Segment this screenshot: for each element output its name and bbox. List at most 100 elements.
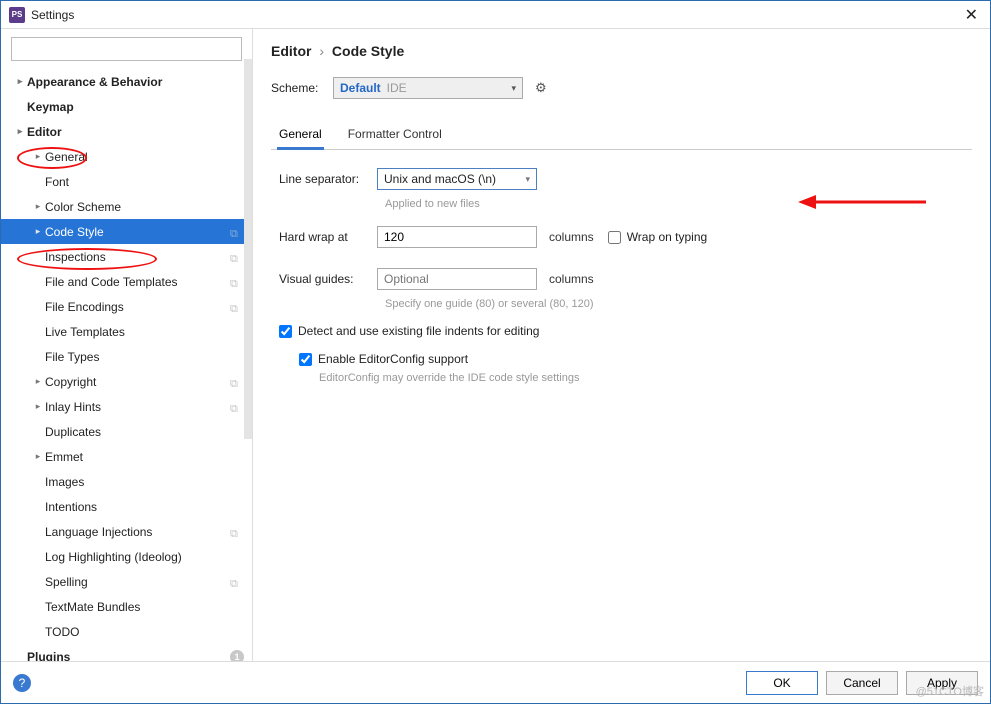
sidebar-item-duplicates[interactable]: Duplicates	[1, 419, 252, 444]
project-scope-icon	[230, 251, 242, 263]
settings-tree: ▸Appearance & BehaviorKeymap▸Editor▸Gene…	[1, 69, 252, 661]
detect-indents-label: Detect and use existing file indents for…	[298, 324, 539, 338]
scheme-select[interactable]: Default IDE ▾	[333, 77, 523, 99]
sidebar-item-spelling[interactable]: Spelling	[1, 569, 252, 594]
sidebar-item-images[interactable]: Images	[1, 469, 252, 494]
sidebar-item-label: TODO	[45, 625, 252, 639]
sidebar-item-label: General	[45, 150, 252, 164]
line-separator-select[interactable]: Unix and macOS (\n) ▾	[377, 168, 537, 190]
visual-guides-hint: Specify one guide (80) or several (80, 1…	[385, 298, 964, 310]
apply-button[interactable]: Apply	[906, 671, 978, 695]
sidebar-item-emmet[interactable]: ▸Emmet	[1, 444, 252, 469]
sidebar-item-label: Inspections	[45, 250, 230, 264]
sidebar-item-live-templates[interactable]: Live Templates	[1, 319, 252, 344]
sidebar-item-textmate-bundles[interactable]: TextMate Bundles	[1, 594, 252, 619]
sidebar-item-intentions[interactable]: Intentions	[1, 494, 252, 519]
ok-button[interactable]: OK	[746, 671, 818, 695]
sidebar-item-editor[interactable]: ▸Editor	[1, 119, 252, 144]
cancel-button[interactable]: Cancel	[826, 671, 898, 695]
sidebar-item-label: Font	[45, 175, 252, 189]
editorconfig-checkbox[interactable]	[299, 353, 312, 366]
columns-label: columns	[549, 230, 594, 244]
detect-indents-checkbox[interactable]	[279, 325, 292, 338]
visual-guides-input[interactable]	[377, 268, 537, 290]
sidebar-item-file-encodings[interactable]: File Encodings	[1, 294, 252, 319]
scheme-suffix: IDE	[387, 81, 407, 95]
sidebar-item-copyright[interactable]: ▸Copyright	[1, 369, 252, 394]
chevron-down-icon: ▾	[511, 83, 516, 94]
project-scope-icon	[230, 526, 242, 538]
window-title: Settings	[31, 8, 74, 22]
content-panel: Editor › Code Style Scheme: Default IDE …	[253, 29, 990, 661]
close-icon[interactable]: ✕	[961, 5, 982, 25]
sidebar-item-label: Inlay Hints	[45, 400, 230, 414]
sidebar-item-label: Code Style	[45, 225, 230, 239]
sidebar-item-label: Editor	[27, 125, 252, 139]
detect-indents-row[interactable]: Detect and use existing file indents for…	[279, 324, 964, 338]
project-scope-icon	[230, 226, 242, 238]
tab-formatter-control[interactable]: Formatter Control	[346, 121, 444, 149]
sidebar-item-label: Plugins	[27, 650, 230, 662]
chevron-right-icon: ▸	[13, 76, 27, 87]
settings-window: PS Settings ✕ 🔍 ▸Appearance & BehaviorKe…	[0, 0, 991, 704]
sidebar-item-font[interactable]: Font	[1, 169, 252, 194]
scheme-label: Scheme:	[271, 81, 333, 95]
sidebar-item-inspections[interactable]: Inspections	[1, 244, 252, 269]
sidebar-item-label: Appearance & Behavior	[27, 75, 252, 89]
titlebar: PS Settings ✕	[1, 1, 990, 29]
sidebar-item-label: Emmet	[45, 450, 252, 464]
scrollbar-thumb[interactable]	[244, 59, 252, 439]
sidebar-item-label: Language Injections	[45, 525, 230, 539]
sidebar-item-file-and-code-templates[interactable]: File and Code Templates	[1, 269, 252, 294]
badge: 1	[230, 650, 244, 662]
sidebar-item-label: Log Highlighting (Ideolog)	[45, 550, 252, 564]
sidebar-item-label: Copyright	[45, 375, 230, 389]
sidebar-item-keymap[interactable]: Keymap	[1, 94, 252, 119]
line-separator-label: Line separator:	[279, 172, 377, 186]
sidebar-item-label: Color Scheme	[45, 200, 252, 214]
editorconfig-row[interactable]: Enable EditorConfig support	[299, 352, 964, 366]
sidebar-item-label: Live Templates	[45, 325, 252, 339]
project-scope-icon	[230, 401, 242, 413]
wrap-on-typing-row[interactable]: Wrap on typing	[608, 230, 708, 244]
chevron-right-icon: ▸	[31, 401, 45, 412]
visual-guides-label: Visual guides:	[279, 272, 377, 286]
hard-wrap-input[interactable]	[377, 226, 537, 248]
breadcrumb-codestyle: Code Style	[332, 43, 404, 59]
sidebar-item-todo[interactable]: TODO	[1, 619, 252, 644]
chevron-down-icon: ▾	[525, 174, 530, 185]
wrap-on-typing-label: Wrap on typing	[627, 230, 708, 244]
project-scope-icon	[230, 376, 242, 388]
editorconfig-hint: EditorConfig may override the IDE code s…	[319, 372, 964, 384]
sidebar-item-inlay-hints[interactable]: ▸Inlay Hints	[1, 394, 252, 419]
gear-icon[interactable]: ⚙	[535, 80, 547, 96]
sidebar-item-plugins[interactable]: Plugins1	[1, 644, 252, 661]
sidebar-item-code-style[interactable]: ▸Code Style	[1, 219, 252, 244]
sidebar-item-general[interactable]: ▸General	[1, 144, 252, 169]
sidebar: 🔍 ▸Appearance & BehaviorKeymap▸Editor▸Ge…	[1, 29, 253, 661]
sidebar-item-label: TextMate Bundles	[45, 600, 252, 614]
footer: ? OK Cancel Apply	[1, 661, 990, 703]
sidebar-item-label: Spelling	[45, 575, 230, 589]
tab-general[interactable]: General	[277, 121, 324, 150]
sidebar-item-language-injections[interactable]: Language Injections	[1, 519, 252, 544]
breadcrumb: Editor › Code Style	[271, 43, 972, 59]
sidebar-item-label: Images	[45, 475, 252, 489]
project-scope-icon	[230, 301, 242, 313]
help-icon[interactable]: ?	[13, 674, 31, 692]
chevron-right-icon: ▸	[31, 151, 45, 162]
breadcrumb-editor[interactable]: Editor	[271, 43, 311, 59]
columns-label-2: columns	[549, 272, 594, 286]
wrap-on-typing-checkbox[interactable]	[608, 231, 621, 244]
sidebar-item-label: File and Code Templates	[45, 275, 230, 289]
search-input[interactable]	[11, 37, 242, 61]
sidebar-item-label: Keymap	[27, 100, 252, 114]
sidebar-item-file-types[interactable]: File Types	[1, 344, 252, 369]
sidebar-item-color-scheme[interactable]: ▸Color Scheme	[1, 194, 252, 219]
sidebar-item-appearance-behavior[interactable]: ▸Appearance & Behavior	[1, 69, 252, 94]
sidebar-item-log-highlighting-ideolog-[interactable]: Log Highlighting (Ideolog)	[1, 544, 252, 569]
tabstrip: General Formatter Control	[271, 121, 972, 150]
app-icon: PS	[9, 7, 25, 23]
chevron-right-icon: ▸	[31, 451, 45, 462]
sidebar-item-label: File Types	[45, 350, 252, 364]
